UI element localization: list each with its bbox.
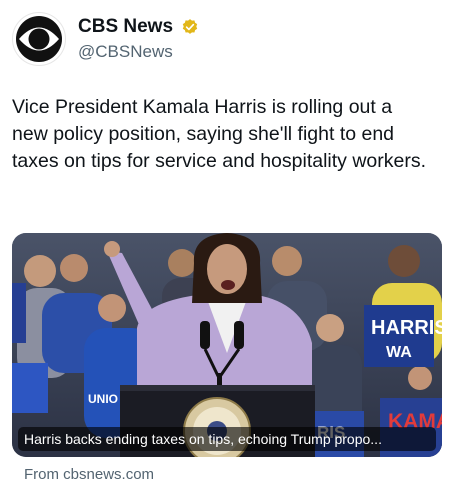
right-sign-text: HARRIS — [371, 317, 442, 339]
tweet-header: CBS News @CBSNews — [12, 12, 442, 66]
link-card[interactable]: HARRIS WA KAMA RIS UNIO Harris backs end… — [12, 233, 442, 457]
cbs-eye-logo-icon — [16, 16, 62, 62]
display-name[interactable]: CBS News — [78, 16, 173, 38]
avatar[interactable] — [12, 12, 66, 66]
news-photo: HARRIS WA KAMA RIS UNIO — [12, 233, 442, 457]
account-handle[interactable]: @CBSNews — [78, 42, 199, 62]
verified-badge-icon — [183, 19, 198, 34]
left-shirt-text: UNIO — [88, 392, 118, 406]
tweet-text: Vice President Kamala Harris is rolling … — [12, 96, 427, 172]
card-caption: Harris backs ending taxes on tips, echoi… — [18, 427, 436, 451]
right-sign-subtext: WA — [386, 344, 412, 361]
source-link[interactable]: From cbsnews.com — [24, 466, 154, 483]
name-block: CBS News @CBSNews — [78, 16, 199, 62]
